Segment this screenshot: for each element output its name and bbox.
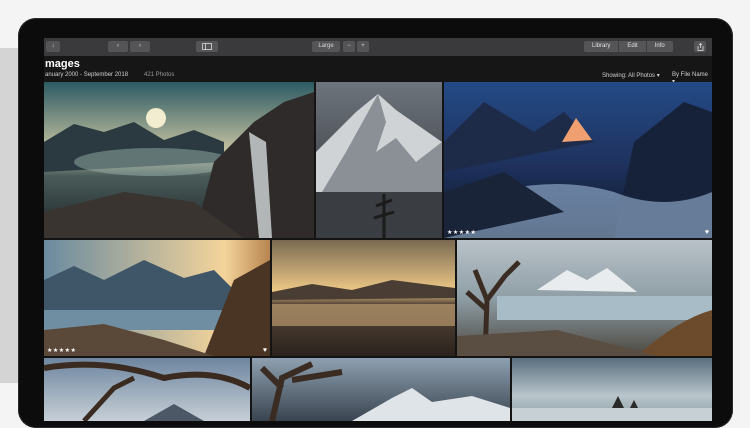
page-title: mages [45, 58, 80, 70]
photo-count: 421 Photos [144, 72, 175, 78]
minus-icon: − [347, 43, 351, 49]
import-button[interactable]: ↓ [46, 41, 60, 52]
import-icon: ↓ [51, 43, 55, 49]
photo-thumbnail[interactable] [44, 358, 250, 421]
photo-image [44, 82, 314, 238]
photo-thumbnail[interactable] [457, 240, 712, 356]
tab-info[interactable]: Info [647, 41, 673, 52]
date-range: anuary 2000 - September 2018 [45, 72, 129, 78]
share-button[interactable] [694, 41, 706, 52]
photo-thumbnail[interactable]: ★★★★★ ♥ [444, 82, 712, 238]
heart-icon[interactable]: ♥ [705, 229, 709, 236]
zoom-out-button[interactable]: − [343, 41, 355, 52]
photo-image [457, 240, 712, 356]
photo-thumbnail[interactable] [512, 358, 712, 421]
photos-app-window: ↓ ‹ › Large − + Library Edit Info mages … [44, 38, 712, 421]
share-icon [697, 43, 703, 51]
forward-icon: › [139, 43, 141, 49]
photo-image [252, 358, 510, 421]
photo-image [512, 358, 712, 421]
mode-tabs: Library Edit Info [584, 41, 673, 52]
photo-image [44, 240, 270, 356]
forward-button[interactable]: › [130, 41, 150, 52]
photo-image [44, 358, 250, 421]
star-rating[interactable]: ★★★★★ [47, 347, 76, 354]
photo-thumbnail[interactable]: ★★★★★ ♥ [44, 240, 270, 356]
photo-thumbnail[interactable] [44, 82, 314, 238]
back-icon: ‹ [117, 43, 119, 49]
heart-icon[interactable]: ♥ [263, 347, 267, 354]
sidebar-toggle-button[interactable] [196, 41, 218, 52]
photo-thumbnail[interactable] [252, 358, 510, 421]
plus-icon: + [361, 43, 365, 49]
size-dropdown[interactable]: Large [312, 41, 340, 52]
library-header: mages anuary 2000 - September 2018 421 P… [44, 56, 712, 85]
tab-library[interactable]: Library [584, 41, 620, 52]
zoom-in-button[interactable]: + [357, 41, 369, 52]
photo-image [444, 82, 712, 238]
star-rating[interactable]: ★★★★★ [447, 229, 476, 236]
tab-edit[interactable]: Edit [619, 41, 647, 52]
showing-filter[interactable]: Showing: All Photos ▾ [602, 72, 660, 79]
toolbar: ↓ ‹ › Large − + Library Edit Info [44, 38, 712, 57]
photo-thumbnail[interactable] [272, 240, 455, 356]
photo-image [272, 240, 455, 356]
back-button[interactable]: ‹ [108, 41, 128, 52]
photo-image [316, 82, 442, 238]
size-dropdown-label: Large [318, 43, 334, 49]
sidebar-icon [202, 43, 212, 50]
photo-thumbnail[interactable] [316, 82, 442, 238]
